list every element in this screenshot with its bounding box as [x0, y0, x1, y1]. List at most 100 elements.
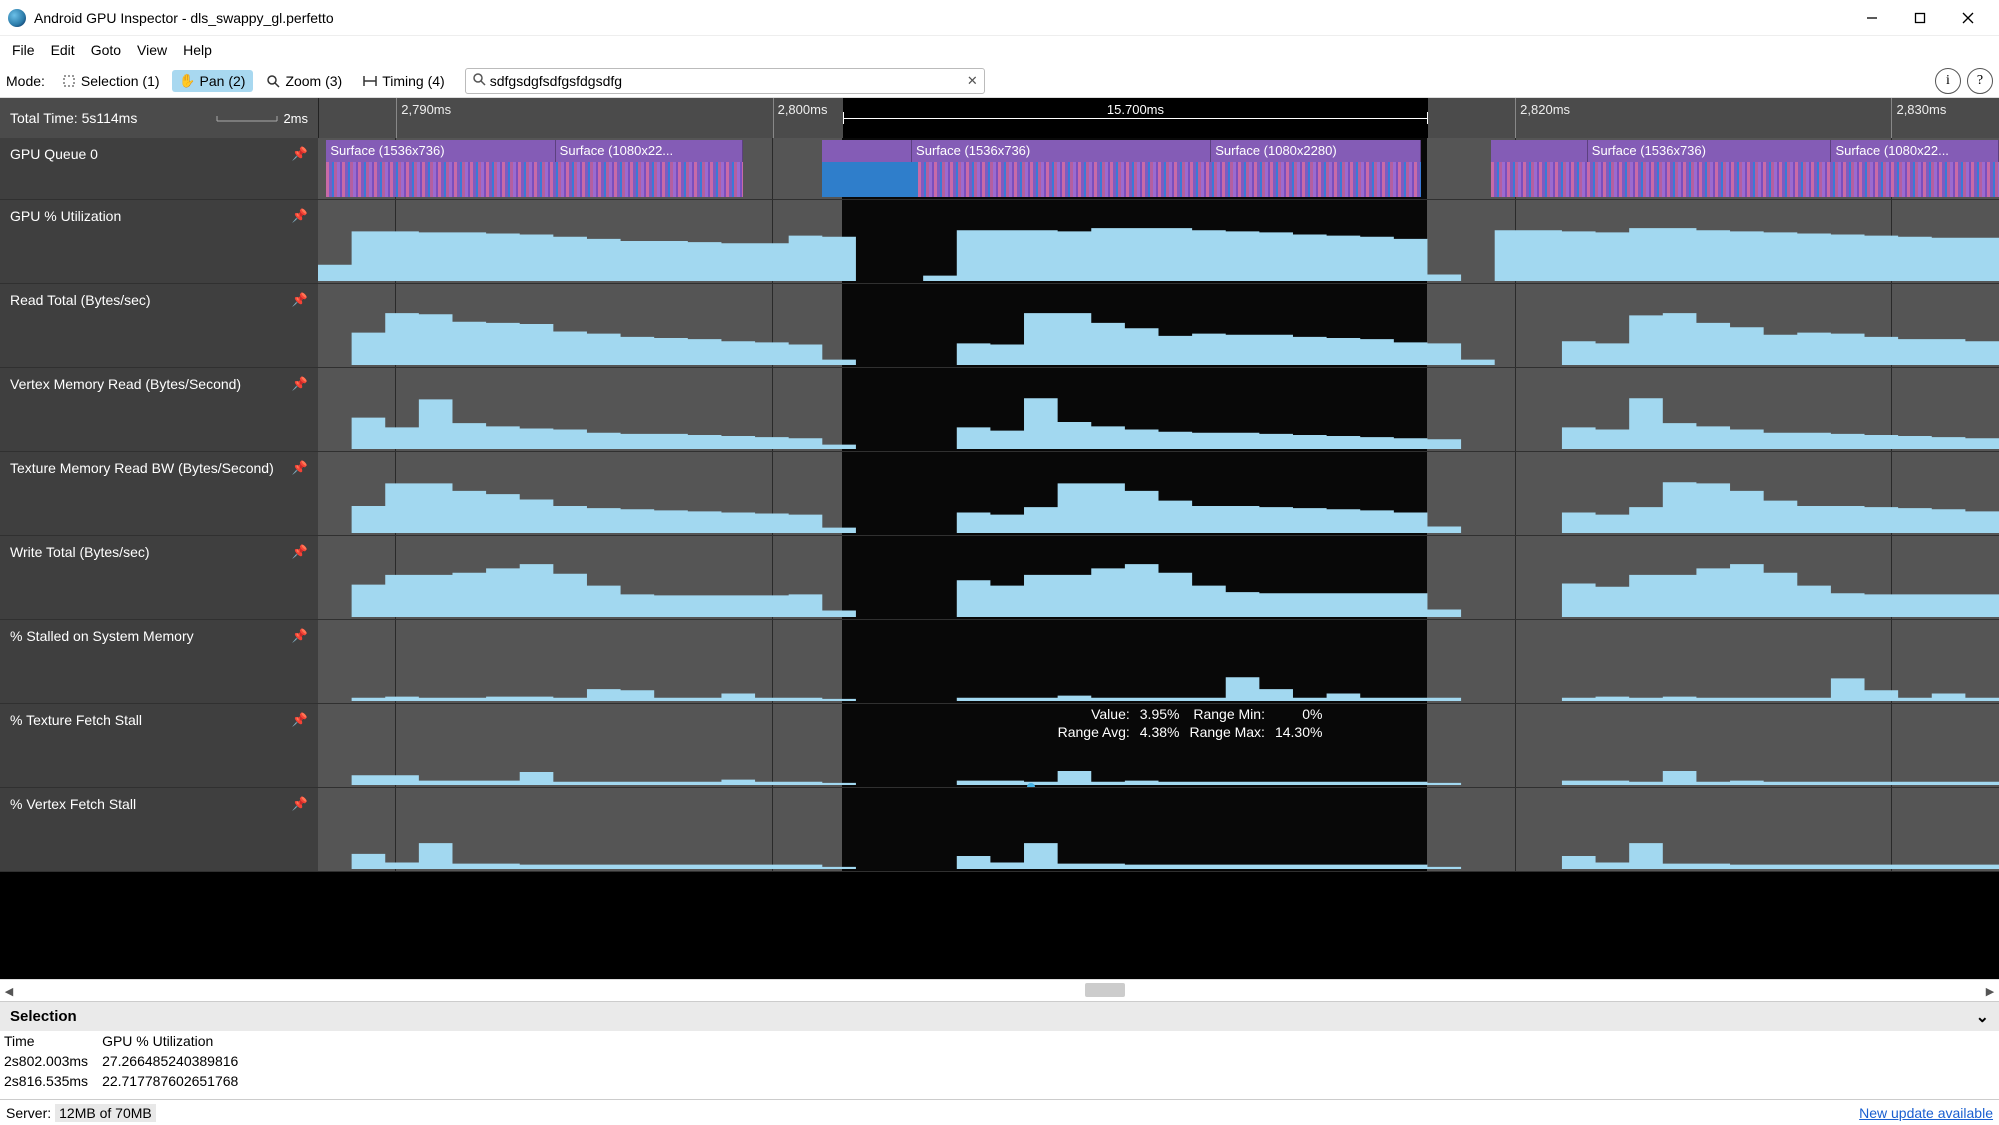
- track-body-vtx_mem[interactable]: [318, 368, 1999, 451]
- toolbar: Mode: Selection (1) ✋ Pan (2) Zoom (3) T…: [0, 64, 1999, 98]
- track-gpu-queue: GPU Queue 0 📌 Surface (1536x736)Surface …: [0, 138, 1999, 200]
- frame-stripes: [1491, 162, 1999, 197]
- gpu-queue-frame[interactable]: Surface (1536x736)Surface (1080x2280): [822, 140, 1420, 197]
- track-write_total: Write Total (Bytes/sec)📌: [0, 536, 1999, 620]
- selection-panel-body: Time GPU % Utilization 2s802.003ms 27.26…: [0, 1031, 1999, 1099]
- minimize-button[interactable]: [1849, 3, 1895, 33]
- track-label-vtx_mem[interactable]: Vertex Memory Read (Bytes/Second)📌: [0, 368, 318, 451]
- counter-chart: [318, 395, 1999, 449]
- hand-icon: ✋: [180, 73, 196, 89]
- surface-label: Surface (1080x22...: [1831, 140, 1999, 162]
- track-body-gpu-queue[interactable]: Surface (1536x736)Surface (1080x22...Sur…: [318, 138, 1999, 199]
- hover-marker: [1027, 783, 1035, 787]
- track-vtx_mem: Vertex Memory Read (Bytes/Second)📌: [0, 368, 1999, 452]
- table-row[interactable]: 2s816.535ms 22.717787602651768: [0, 1071, 248, 1091]
- surface-label: Surface (1080x2280): [1211, 140, 1420, 162]
- menu-view[interactable]: View: [131, 40, 173, 60]
- scroll-left-arrow[interactable]: ◀: [0, 980, 18, 1002]
- menubar: File Edit Goto View Help: [0, 36, 1999, 64]
- track-label-write_total[interactable]: Write Total (Bytes/sec)📌: [0, 536, 318, 619]
- menu-file[interactable]: File: [6, 40, 41, 60]
- gpu-queue-frame[interactable]: Surface (1536x736)Surface (1080x22...: [326, 140, 743, 197]
- track-body-write_total[interactable]: [318, 536, 1999, 619]
- mode-selection-button[interactable]: Selection (1): [53, 70, 168, 92]
- pin-icon[interactable]: 📌: [292, 208, 308, 224]
- track-body-tex_stall[interactable]: Value:3.95%Range Min:0%Range Avg:4.38%Ra…: [318, 704, 1999, 787]
- mode-label: Mode:: [6, 73, 45, 89]
- selection-title: Selection: [10, 1008, 77, 1025]
- search-box[interactable]: ✕: [465, 68, 985, 94]
- chevron-down-icon[interactable]: ⌄: [1976, 1007, 1989, 1027]
- pin-icon[interactable]: 📌: [292, 460, 308, 476]
- selection-table: Time GPU % Utilization 2s802.003ms 27.26…: [0, 1031, 248, 1091]
- ruler-body[interactable]: 2,790ms2,800ms2,810ms2,820ms2,830ms15.70…: [318, 98, 1999, 138]
- selection-duration-label: 15.700ms: [843, 102, 1428, 117]
- mode-zoom-button[interactable]: Zoom (3): [257, 70, 350, 92]
- hover-tooltip: Value:3.95%Range Min:0%Range Avg:4.38%Ra…: [1058, 706, 1323, 740]
- timeline-horizontal-scrollbar[interactable]: ◀ ▶: [0, 979, 1999, 1001]
- track-vtx_stall: % Vertex Fetch Stall📌: [0, 788, 1999, 872]
- pin-icon[interactable]: 📌: [292, 376, 308, 392]
- track-body-vtx_stall[interactable]: [318, 788, 1999, 871]
- track-body-read_total[interactable]: [318, 284, 1999, 367]
- help-button[interactable]: ?: [1967, 68, 1993, 94]
- pin-icon[interactable]: 📌: [292, 796, 308, 812]
- col-time[interactable]: Time: [0, 1031, 98, 1051]
- track-body-tex_mem[interactable]: [318, 452, 1999, 535]
- track-label-read_total[interactable]: Read Total (Bytes/sec)📌: [0, 284, 318, 367]
- ruler-label-cell: Total Time: 5s114ms 2ms: [0, 98, 318, 138]
- total-time-label: Total Time: 5s114ms: [10, 110, 137, 126]
- search-icon: [472, 72, 486, 89]
- ruler-selection[interactable]: 15.700ms: [843, 98, 1428, 138]
- time-ruler[interactable]: Total Time: 5s114ms 2ms 2,790ms2,800ms2,…: [0, 98, 1999, 138]
- track-label-vtx_stall[interactable]: % Vertex Fetch Stall📌: [0, 788, 318, 871]
- track-tex_mem: Texture Memory Read BW (Bytes/Second)📌: [0, 452, 1999, 536]
- mode-timing-button[interactable]: Timing (4): [354, 70, 453, 92]
- ruler-tick: 2,830ms: [1891, 98, 1950, 138]
- track-read_total: Read Total (Bytes/sec)📌: [0, 284, 1999, 368]
- maximize-button[interactable]: [1897, 3, 1943, 33]
- menu-goto[interactable]: Goto: [85, 40, 127, 60]
- track-body-gpu_util[interactable]: [318, 200, 1999, 283]
- pin-icon[interactable]: 📌: [292, 712, 308, 728]
- close-button[interactable]: [1945, 3, 1991, 33]
- track-label-tex_mem[interactable]: Texture Memory Read BW (Bytes/Second)📌: [0, 452, 318, 535]
- ruler-tick: 2,820ms: [1515, 98, 1574, 138]
- mode-selection-label: Selection (1): [81, 73, 160, 89]
- pin-icon[interactable]: 📌: [292, 292, 308, 308]
- scrollbar-thumb[interactable]: [1085, 983, 1125, 997]
- counter-chart: [318, 563, 1999, 617]
- window-title: Android GPU Inspector - dls_swappy_gl.pe…: [34, 10, 334, 26]
- app-icon: [8, 9, 26, 27]
- statusbar: Server: 12MB of 70MB New update availabl…: [0, 1099, 1999, 1125]
- surface-label: Surface (1080x22...: [556, 140, 744, 162]
- col-gpu-util[interactable]: GPU % Utilization: [98, 1031, 248, 1051]
- mode-timing-label: Timing (4): [382, 73, 445, 89]
- track-label-gpu_util[interactable]: GPU % Utilization📌: [0, 200, 318, 283]
- pin-icon[interactable]: 📌: [292, 544, 308, 560]
- new-update-link[interactable]: New update available: [1859, 1105, 1993, 1121]
- info-button[interactable]: i: [1935, 68, 1961, 94]
- track-body-stall_sysmem[interactable]: [318, 620, 1999, 703]
- server-label: Server:: [6, 1105, 51, 1121]
- mode-zoom-label: Zoom (3): [285, 73, 342, 89]
- pin-icon[interactable]: 📌: [292, 628, 308, 644]
- table-row[interactable]: 2s802.003ms 27.266485240389816: [0, 1051, 248, 1071]
- gpu-queue-frame[interactable]: Surface (1536x736)Surface (1080x22...: [1491, 140, 1999, 197]
- track-label-tex_stall[interactable]: % Texture Fetch Stall📌: [0, 704, 318, 787]
- search-input[interactable]: [490, 73, 967, 89]
- server-memory: 12MB of 70MB: [55, 1104, 156, 1122]
- ruler-tick: 2,790ms: [396, 98, 455, 138]
- surface-label: [822, 140, 912, 162]
- pin-icon[interactable]: 📌: [292, 146, 308, 162]
- counter-chart: [318, 479, 1999, 533]
- scroll-right-arrow[interactable]: ▶: [1981, 980, 1999, 1002]
- menu-edit[interactable]: Edit: [45, 40, 81, 60]
- clear-search-icon[interactable]: ✕: [967, 73, 978, 89]
- track-label-stall_sysmem[interactable]: % Stalled on System Memory📌: [0, 620, 318, 703]
- track-label-gpu-queue[interactable]: GPU Queue 0 📌: [0, 138, 318, 199]
- selection-panel-header[interactable]: Selection ⌄: [0, 1001, 1999, 1031]
- menu-help[interactable]: Help: [177, 40, 218, 60]
- mode-pan-button[interactable]: ✋ Pan (2): [172, 70, 254, 92]
- timeline-area: Total Time: 5s114ms 2ms 2,790ms2,800ms2,…: [0, 98, 1999, 979]
